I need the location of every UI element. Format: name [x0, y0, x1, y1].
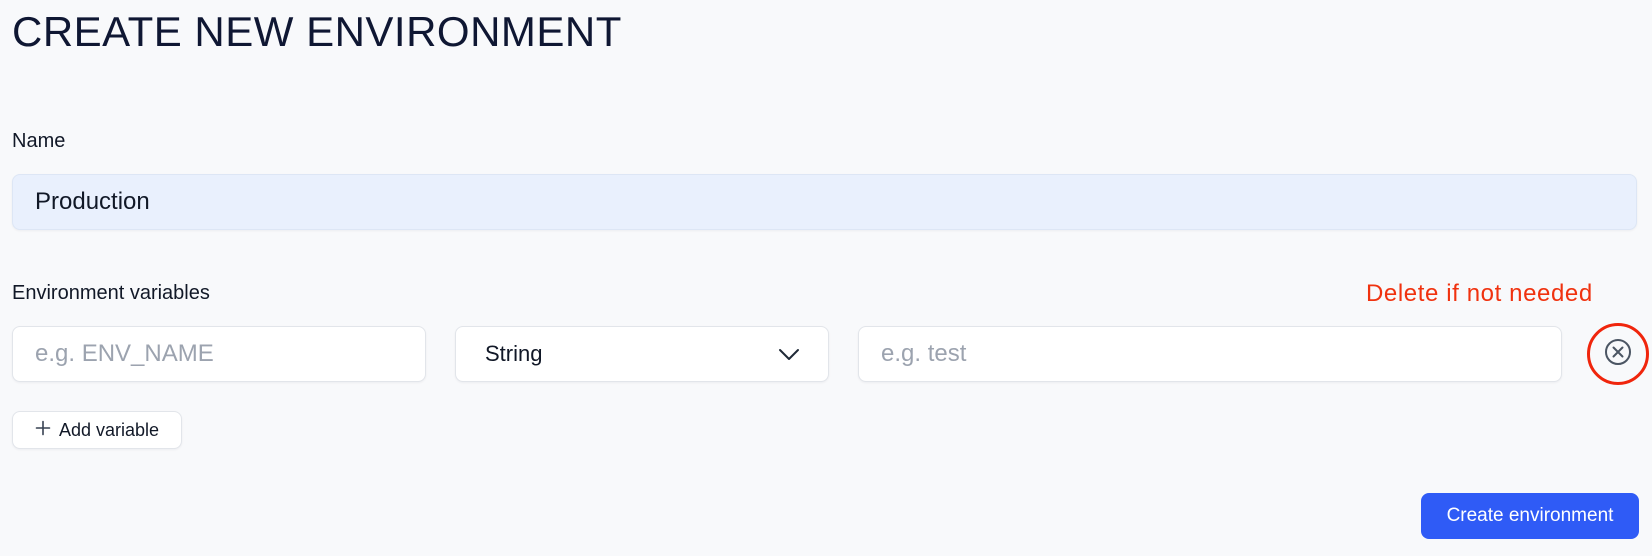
add-variable-label: Add variable: [58, 419, 160, 440]
name-label: Name: [12, 130, 66, 152]
variable-key-input[interactable]: [12, 326, 426, 382]
close-circle-icon: [1603, 337, 1633, 372]
delete-annotation: Delete if not needed: [1366, 280, 1593, 307]
name-input[interactable]: [12, 174, 1637, 230]
variable-type-select[interactable]: String: [455, 326, 829, 382]
chevron-down-icon: [778, 348, 800, 361]
create-environment-button[interactable]: Create environment: [1421, 493, 1639, 539]
variable-type-value: String: [485, 341, 543, 366]
remove-variable-button[interactable]: [1587, 323, 1649, 385]
add-variable-button[interactable]: Add variable: [12, 411, 182, 449]
variable-value-input[interactable]: [858, 326, 1562, 382]
page-title: CREATE NEW ENVIRONMENT: [12, 8, 622, 55]
plus-icon: [35, 420, 51, 441]
environment-variables-label: Environment variables: [12, 282, 210, 304]
